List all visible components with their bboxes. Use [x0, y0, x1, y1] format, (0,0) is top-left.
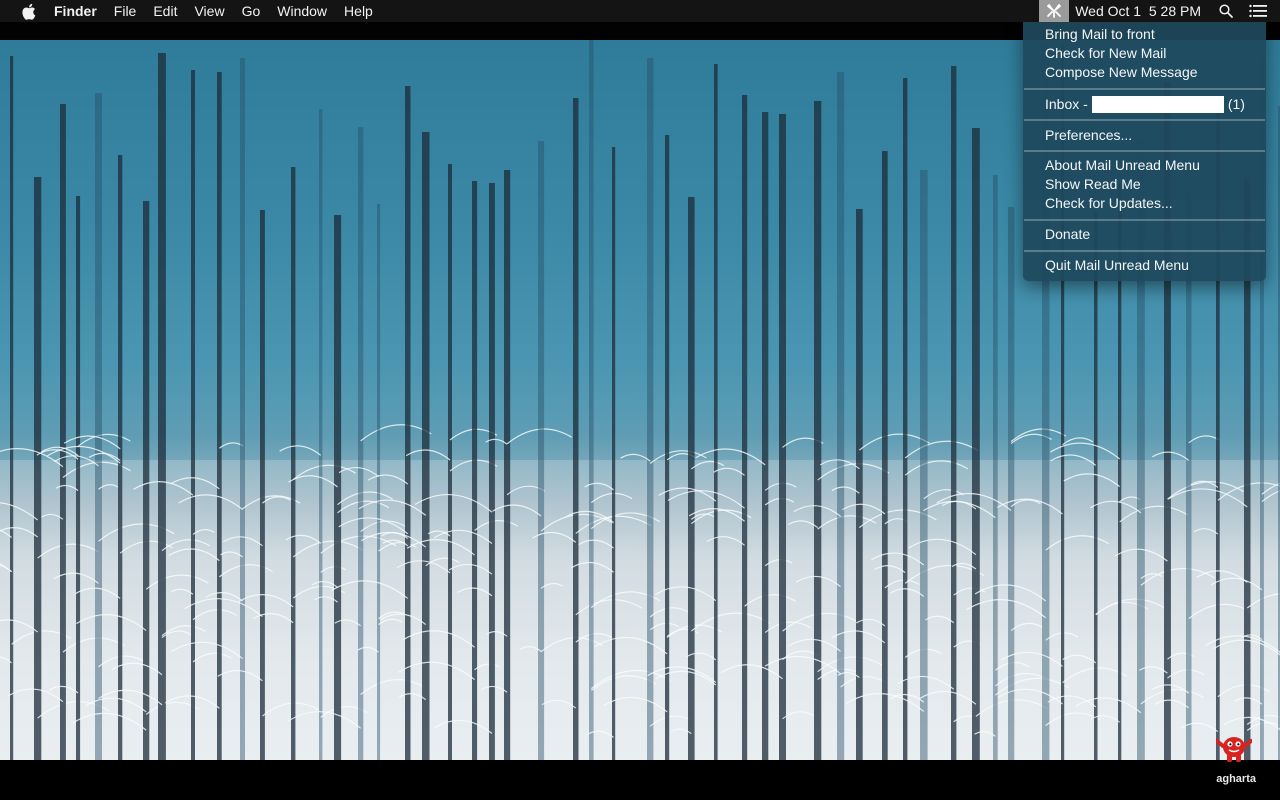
menu-separator — [1024, 119, 1265, 121]
menu-bar: Finder File Edit View Go Window Help Wed… — [0, 0, 1280, 22]
mail-unread-dropdown: Bring Mail to front Check for New Mail C… — [1023, 22, 1266, 281]
menubar-clock[interactable]: Wed Oct 1 5 28 PM — [1075, 3, 1201, 19]
menu-item-show-read-me[interactable]: Show Read Me — [1045, 175, 1141, 194]
menu-item-bring-mail-to-front[interactable]: Bring Mail to front — [1045, 25, 1155, 44]
search-icon[interactable] — [1217, 0, 1235, 22]
menu-item-donate[interactable]: Donate — [1045, 225, 1090, 244]
menu-item-preferences[interactable]: Preferences... — [1045, 126, 1132, 145]
menu-item-inbox[interactable]: Inbox - (1) — [1045, 95, 1245, 114]
menu-separator — [1024, 150, 1265, 152]
menu-item-about[interactable]: About Mail Unread Menu — [1045, 156, 1200, 175]
menu-file[interactable]: File — [114, 0, 137, 22]
menu-finder[interactable]: Finder — [54, 0, 97, 22]
menu-item-quit[interactable]: Quit Mail Unread Menu — [1045, 256, 1189, 275]
menu-separator — [1024, 219, 1265, 221]
mail-unread-icon[interactable] — [1039, 0, 1070, 22]
menu-separator — [1024, 88, 1265, 90]
menubar-status-area: Wed Oct 1 5 28 PM — [1039, 0, 1280, 22]
menu-go[interactable]: Go — [242, 0, 261, 22]
menu-view[interactable]: View — [194, 0, 224, 22]
menu-item-compose-new-message[interactable]: Compose New Message — [1045, 63, 1198, 82]
menu-window[interactable]: Window — [277, 0, 327, 22]
red-mascot-icon[interactable] — [1215, 732, 1253, 764]
bottom-strip — [0, 760, 1280, 800]
apple-icon[interactable] — [20, 2, 36, 20]
desktop-screen: Finder File Edit View Go Window Help Wed… — [0, 0, 1280, 800]
inbox-unread-count: (1) — [1227, 96, 1245, 112]
menu-item-check-new-mail[interactable]: Check for New Mail — [1045, 44, 1166, 63]
menu-item-check-updates[interactable]: Check for Updates... — [1045, 194, 1173, 213]
inbox-redacted-account — [1091, 96, 1224, 113]
notification-center-icon[interactable] — [1247, 0, 1269, 22]
menu-help[interactable]: Help — [344, 0, 373, 22]
user-name-label: agharta — [1216, 773, 1256, 785]
menu-edit[interactable]: Edit — [153, 0, 177, 22]
inbox-label: Inbox - — [1045, 96, 1088, 112]
menu-separator — [1024, 250, 1265, 252]
